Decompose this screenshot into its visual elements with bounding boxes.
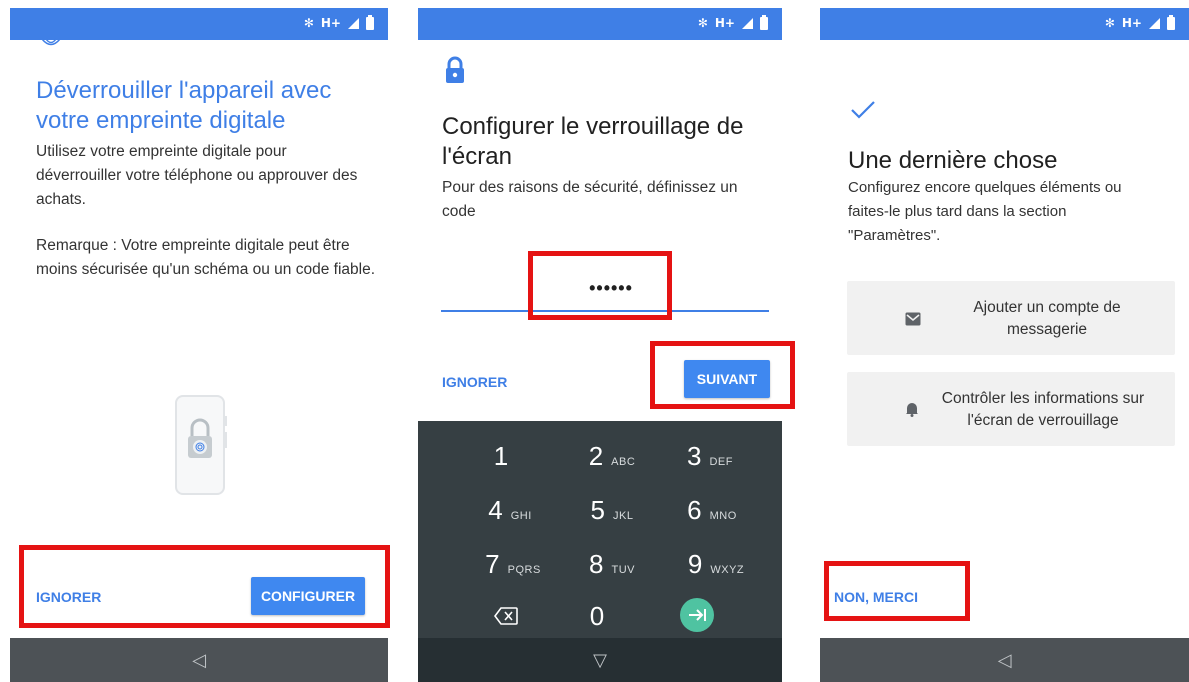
navigation-bar: ◁	[10, 638, 388, 682]
key-0[interactable]: 0	[572, 601, 622, 632]
signal-icon	[348, 17, 359, 29]
bluetooth-icon: ✻	[697, 16, 708, 30]
key-2[interactable]: 2 ABC	[572, 441, 652, 472]
bluetooth-icon: ✻	[1104, 16, 1115, 30]
signal-icon	[1149, 17, 1160, 29]
status-bar: ✻ H+	[418, 8, 782, 40]
back-icon[interactable]: ◁	[192, 650, 206, 671]
navigation-bar: ◁	[820, 638, 1189, 682]
key-3[interactable]: 3 DEF	[670, 441, 750, 472]
skip-button[interactable]: IGNORER	[442, 374, 507, 390]
page-title: Une dernière chose	[848, 147, 1058, 174]
battery-icon	[366, 14, 374, 30]
highlight-box-pin-input	[528, 251, 672, 320]
network-type-label: H+	[320, 16, 341, 30]
key-6[interactable]: 6 MNO	[670, 495, 754, 526]
network-type-label: H+	[1121, 16, 1142, 30]
key-4[interactable]: 4 GHI	[470, 495, 550, 526]
status-bar: ✻ H+	[10, 8, 388, 40]
phone-lock-illustration	[175, 395, 227, 495]
lockscreen-info-label: Contrôler les informations sur l'écran d…	[941, 390, 1145, 429]
battery-icon	[1167, 14, 1175, 30]
numeric-keypad: 1 2 ABC 3 DEF 4 GHI 5 JKL 6 MNO 7 PQRS 8 TUV 9W…	[418, 421, 782, 638]
key-1[interactable]: 1	[470, 441, 540, 472]
bluetooth-icon: ✻	[303, 16, 314, 30]
fingerprint-icon	[41, 38, 61, 46]
hide-keyboard-icon[interactable]: ▽	[593, 650, 607, 671]
back-icon[interactable]: ◁	[998, 650, 1012, 671]
description-text: Configurez encore quelques éléments ou f…	[848, 179, 1122, 244]
key-5[interactable]: 5 JKL	[572, 495, 652, 526]
add-email-account-label: Ajouter un compte de messagerie	[973, 299, 1121, 338]
status-bar: ✻ H+	[820, 8, 1189, 40]
lock-icon	[446, 56, 464, 83]
page-title: Déverrouiller l'appareil avec votre empr…	[36, 77, 332, 134]
network-type-label: H+	[714, 16, 735, 30]
battery-icon	[760, 14, 768, 30]
signal-icon	[742, 17, 753, 29]
key-8[interactable]: 8 TUV	[572, 549, 652, 580]
enter-icon[interactable]	[680, 598, 714, 632]
add-email-account-option[interactable]: Ajouter un compte de messagerie	[847, 281, 1175, 355]
lockscreen-info-option[interactable]: Contrôler les informations sur l'écran d…	[847, 372, 1175, 446]
checkmark-icon	[851, 101, 875, 119]
key-7[interactable]: 7 PQRS	[468, 549, 558, 580]
backspace-icon[interactable]	[494, 607, 518, 625]
note-text: Remarque : Votre empreinte digitale peut…	[36, 237, 375, 278]
key-9[interactable]: 9 WXYZ	[670, 549, 762, 580]
description-text: Utilisez votre empreinte digitale pour d…	[36, 143, 358, 208]
highlight-box-fingerprint-buttons	[19, 545, 390, 628]
bell-icon	[906, 403, 918, 417]
email-icon	[905, 312, 921, 326]
navigation-bar: ▽	[418, 638, 782, 682]
highlight-box-next-button	[650, 341, 795, 409]
page-title: Configurer le verrouillage de l'écran	[442, 113, 744, 170]
highlight-box-no-thanks	[824, 561, 970, 621]
description-text: Pour des raisons de sécurité, définissez…	[442, 179, 738, 220]
